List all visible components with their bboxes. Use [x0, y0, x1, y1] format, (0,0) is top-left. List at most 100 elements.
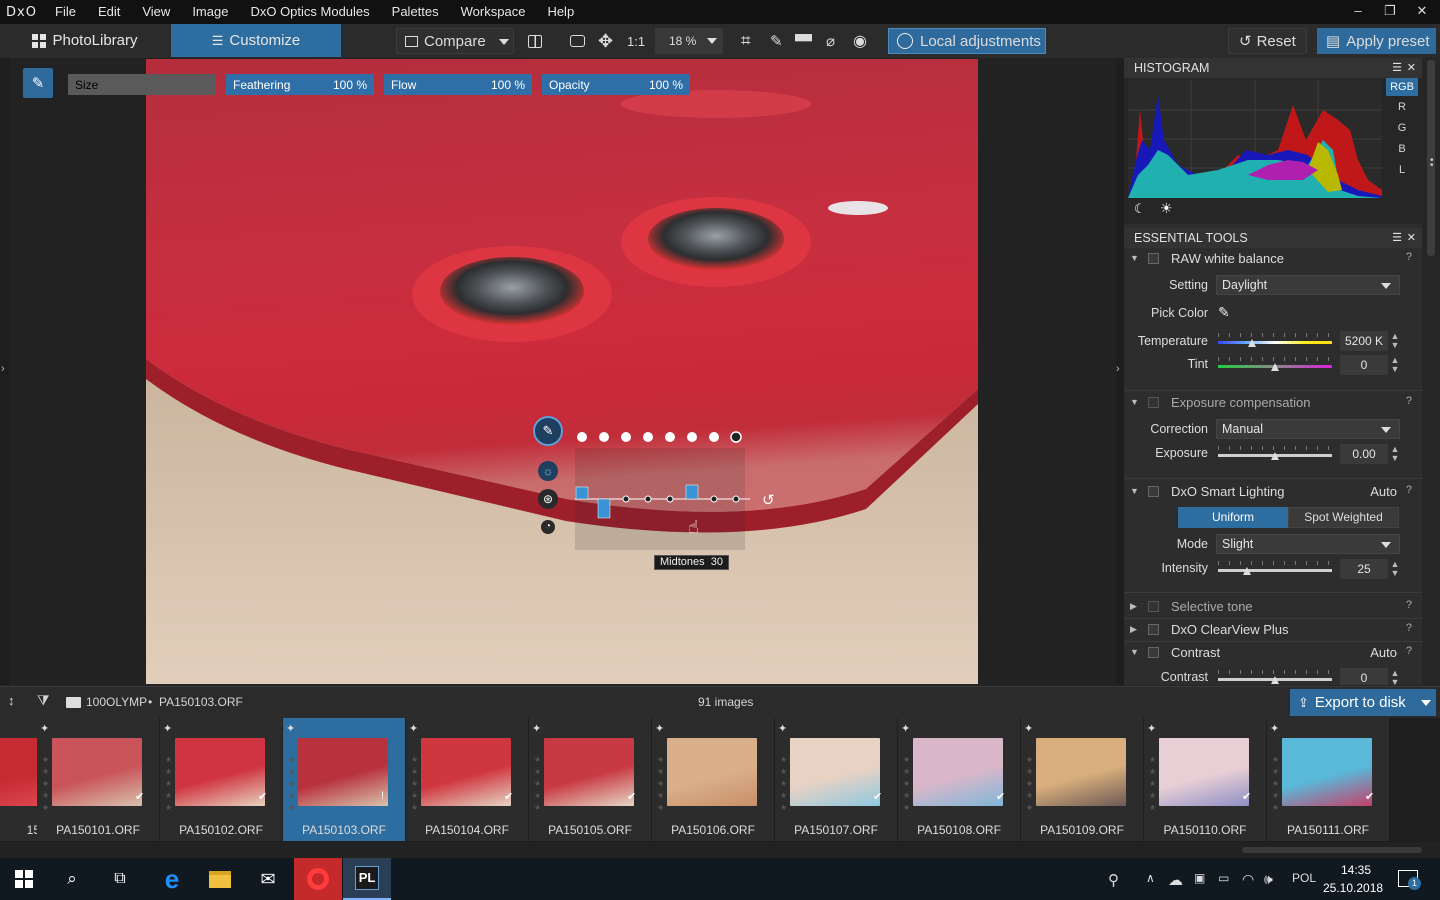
collapse-arrow-icon[interactable]: ▼	[1130, 253, 1139, 263]
feathering-slider[interactable]: Feathering 100 %	[226, 74, 374, 95]
menu-view[interactable]: View	[131, 0, 181, 24]
opacity-slider[interactable]: Opacity 100 %	[542, 74, 690, 95]
eyedropper-icon[interactable]: ✎	[1218, 304, 1230, 321]
rating-stars-icon[interactable]: ★ ★ ★ ★ ★	[288, 754, 296, 814]
temperature-slider[interactable]	[1218, 341, 1332, 344]
fit-screen-icon[interactable]	[570, 28, 588, 54]
folder-name[interactable]: 100OLYMP	[86, 695, 147, 709]
palette-menu-icon[interactable]: ☰	[1392, 228, 1402, 248]
collapse-arrow-icon[interactable]: ▼	[1130, 647, 1139, 657]
channel-g[interactable]: G	[1386, 122, 1418, 134]
split-view-icon[interactable]	[528, 28, 546, 54]
raw-white-balance-section[interactable]: ▼ RAW white balance ?	[1124, 248, 1422, 270]
setting-dropdown[interactable]: Daylight	[1216, 275, 1400, 295]
language-indicator[interactable]: POL	[1292, 871, 1316, 885]
clock-time[interactable]: 14:35	[1327, 863, 1385, 877]
filmstrip-thumbnail[interactable]: ✦ ★ ★ ★ ★ ★ ✔ PA150102.ORF	[160, 718, 282, 841]
collapse-arrow-icon[interactable]: ▼	[1130, 486, 1139, 496]
auto-label[interactable]: Auto	[1370, 484, 1397, 499]
chevron-down-icon[interactable]	[1421, 700, 1431, 706]
scrollbar-thumb[interactable]	[1242, 847, 1422, 853]
menu-edit[interactable]: Edit	[87, 0, 131, 24]
detail-icon[interactable]: ◔	[541, 520, 555, 534]
smart-lighting-section[interactable]: ▼ DxO Smart Lighting Auto ?	[1124, 481, 1422, 503]
tab-customize[interactable]: ☰ Customize	[171, 24, 341, 57]
clearview-section[interactable]: ▶ DxO ClearView Plus ?	[1124, 619, 1422, 641]
rating-stars-icon[interactable]: ★ ★ ★ ★ ★	[1149, 754, 1157, 814]
exposure-section[interactable]: ▼ Exposure compensation ?	[1124, 392, 1422, 414]
white-balance-picker-icon[interactable]: ✎	[770, 28, 788, 54]
mode-dropdown[interactable]: Slight	[1216, 534, 1400, 554]
dxo-photolab-taskbar-icon[interactable]: PL	[343, 858, 391, 900]
tint-value[interactable]: 0	[1340, 355, 1388, 375]
close-icon[interactable]: ✕	[1407, 228, 1416, 248]
wifi-icon[interactable]: ◠	[1242, 871, 1254, 888]
action-center-icon[interactable]: 1	[1398, 870, 1421, 890]
help-icon[interactable]: ?	[1406, 599, 1412, 611]
rating-stars-icon[interactable]: ★ ★ ★ ★ ★	[534, 754, 542, 814]
rating-stars-icon[interactable]: ★ ★ ★ ★ ★	[903, 754, 911, 814]
auto-label[interactable]: Auto	[1370, 645, 1397, 660]
channel-b[interactable]: B	[1386, 143, 1418, 155]
opera-browser-icon[interactable]	[294, 858, 342, 900]
filmstrip-thumbnail[interactable]: ✦ ★ ★ ★ ★ ★ ✔ PA150104.ORF	[406, 718, 528, 841]
collapse-arrow-icon[interactable]: ▼	[1130, 397, 1139, 407]
maximize-button[interactable]: ❐	[1374, 0, 1406, 24]
tag-star-icon[interactable]: ✦	[901, 722, 910, 735]
brush-mode-icon[interactable]: ✎	[533, 416, 563, 446]
expand-arrow-icon[interactable]: ▶	[1130, 624, 1137, 635]
sort-icon[interactable]: ↕	[8, 693, 15, 708]
menu-workspace[interactable]: Workspace	[450, 0, 537, 24]
task-view-icon[interactable]: ⧉	[96, 858, 144, 900]
color-icon[interactable]: ⊛	[538, 489, 558, 509]
enable-checkbox[interactable]	[1148, 624, 1159, 635]
tag-star-icon[interactable]: ✦	[1270, 722, 1279, 735]
contrast-thumb[interactable]	[1271, 676, 1279, 684]
filmstrip-thumbnail[interactable]: ✦ ★ ★ ★ ★ ★! PA150103.ORF	[283, 718, 405, 841]
menu-palettes[interactable]: Palettes	[381, 0, 450, 24]
help-icon[interactable]: ?	[1406, 645, 1412, 657]
brush-tool-icon[interactable]: ✎	[23, 68, 53, 98]
menu-help[interactable]: Help	[536, 0, 585, 24]
contrast-value[interactable]: 0	[1340, 668, 1388, 685]
tint-thumb[interactable]	[1271, 363, 1279, 371]
rating-stars-icon[interactable]: ★ ★ ★ ★ ★	[1272, 754, 1280, 814]
tag-star-icon[interactable]: ✦	[532, 722, 541, 735]
tag-star-icon[interactable]: ✦	[286, 722, 295, 735]
filmstrip-thumbnail[interactable]: ✦ ★ ★ ★ ★ ★ ✔ PA150108.ORF	[898, 718, 1020, 841]
correction-dropdown[interactable]: Manual	[1216, 419, 1400, 439]
apply-preset-button[interactable]: ▤ Apply preset	[1317, 28, 1436, 54]
close-icon[interactable]: ✕	[1407, 58, 1416, 78]
uniform-button[interactable]: Uniform	[1178, 507, 1288, 528]
tray-chevron-up-icon[interactable]: ∧	[1146, 871, 1155, 885]
help-icon[interactable]: ?	[1406, 395, 1412, 407]
filmstrip-thumbnail[interactable]: ✦ ★ ★ ★ ★ ★ PA150106.ORF	[652, 718, 774, 841]
tab-photolibrary[interactable]: PhotoLibrary	[0, 24, 170, 57]
tag-star-icon[interactable]: ✦	[40, 722, 49, 735]
moon-icon[interactable]: ☾	[1134, 201, 1146, 217]
move-icon[interactable]: ✥	[598, 28, 618, 54]
rating-stars-icon[interactable]: ★ ★ ★ ★ ★	[42, 754, 50, 814]
rating-stars-icon[interactable]: ★ ★ ★ ★ ★	[1026, 754, 1034, 814]
spin-arrows-icon[interactable]: ▲ ▼	[1390, 560, 1400, 578]
sun-icon[interactable]: ☀	[1160, 200, 1173, 217]
zoom-1to1-button[interactable]: 1:1	[627, 28, 649, 54]
exposure-thumb[interactable]	[1271, 452, 1279, 460]
temperature-thumb[interactable]	[1248, 339, 1257, 347]
export-to-disk-button[interactable]: ⇪ Export to disk	[1290, 689, 1436, 716]
tone-equalizer[interactable]: ↺ ☝	[570, 428, 785, 553]
channel-rgb[interactable]: RGB	[1386, 78, 1418, 96]
file-explorer-icon[interactable]	[196, 858, 244, 900]
intensity-slider[interactable]	[1218, 569, 1332, 572]
tag-star-icon[interactable]: ✦	[163, 722, 172, 735]
rating-stars-icon[interactable]: ★ ★ ★ ★ ★	[165, 754, 173, 814]
spot-weighted-button[interactable]: Spot Weighted	[1288, 507, 1399, 528]
help-icon[interactable]: ?	[1406, 622, 1412, 634]
spin-arrows-icon[interactable]: ▲ ▼	[1390, 356, 1400, 374]
rating-stars-icon[interactable]: ★ ★ ★ ★ ★	[657, 754, 665, 814]
temperature-value[interactable]: 5200 K	[1340, 331, 1388, 351]
rating-stars-icon[interactable]: ★ ★ ★ ★ ★	[780, 754, 788, 814]
channel-r[interactable]: R	[1386, 101, 1418, 113]
flow-slider[interactable]: Flow 100 %	[384, 74, 532, 95]
filter-icon[interactable]: ⧩	[37, 692, 50, 709]
